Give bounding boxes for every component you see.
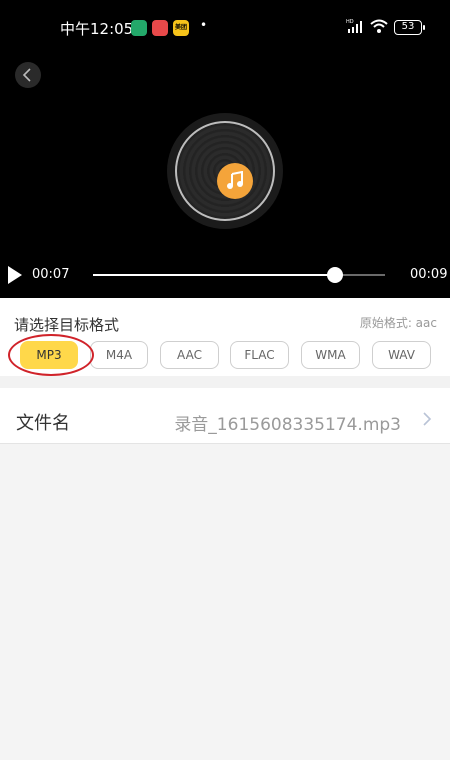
meituan-notification-icon: 美团 xyxy=(173,20,189,36)
total-time: 00:09 xyxy=(410,267,448,282)
disc-ring xyxy=(175,121,275,221)
format-option-flac[interactable]: FLAC xyxy=(230,341,289,369)
app-notification-icon xyxy=(131,20,147,36)
vinyl-disc-icon xyxy=(167,113,283,229)
filename-value: 录音_1615608335174.mp3 xyxy=(174,415,401,435)
status-dot: • xyxy=(200,18,208,32)
progress-fill xyxy=(93,274,336,276)
format-option-m4a[interactable]: M4A xyxy=(90,341,148,369)
filename-row[interactable]: 文件名 录音_1615608335174.mp3 xyxy=(0,388,450,444)
wifi-icon xyxy=(370,19,388,33)
format-option-aac[interactable]: AAC xyxy=(160,341,219,369)
app-notification-icon xyxy=(152,20,168,36)
back-button[interactable] xyxy=(15,62,41,88)
format-title: 请选择目标格式 xyxy=(14,316,120,334)
current-time: 00:07 xyxy=(32,267,70,282)
battery-indicator: 53 xyxy=(394,20,425,35)
format-option-wav[interactable]: WAV xyxy=(372,341,431,369)
music-note-icon xyxy=(227,171,243,189)
format-option-wma[interactable]: WMA xyxy=(301,341,360,369)
signal-hd-label: HD xyxy=(346,19,354,25)
player-area: 中午12:05 美团 • HD 53 00:07 00:09 xyxy=(0,0,450,298)
progress-slider[interactable] xyxy=(93,267,385,283)
original-format: 原始格式: aac xyxy=(359,316,437,330)
signal-icon: HD xyxy=(346,19,362,33)
filename-label: 文件名 xyxy=(16,413,70,434)
selection-highlight-circle xyxy=(8,334,94,376)
section-divider xyxy=(0,376,450,388)
status-time: 中午12:05 xyxy=(60,20,134,38)
progress-knob[interactable] xyxy=(327,267,344,283)
status-bar: 中午12:05 美团 • HD 53 xyxy=(0,0,450,56)
play-button[interactable] xyxy=(6,265,24,285)
chevron-left-icon xyxy=(22,68,31,82)
disc-center xyxy=(217,163,253,199)
chevron-right-icon xyxy=(423,412,432,426)
